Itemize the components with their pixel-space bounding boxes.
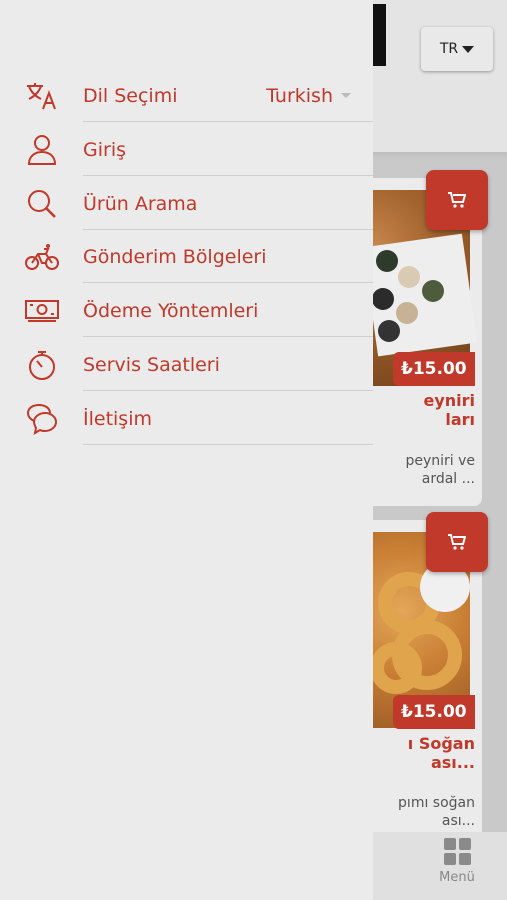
translate-icon [24,78,60,114]
caret-down-icon [341,93,351,98]
drawer-item-label: Ürün Arama [83,192,198,215]
cart-icon [448,192,466,208]
language-button[interactable]: TR [421,27,493,71]
drawer-item-contact[interactable]: İletişim [0,392,373,445]
user-icon [24,132,60,168]
language-button-label: TR [439,41,459,57]
drawer-item-service-hours[interactable]: Servis Saatleri [0,338,373,391]
money-icon [24,293,60,329]
caret-down-icon [462,45,475,53]
drawer-item-label: Ödeme Yöntemleri [83,299,259,322]
add-to-cart-button[interactable] [426,170,488,230]
drawer-item-label: Giriş [83,138,126,161]
bicycle-icon [24,239,60,275]
drawer-item-label: Dil Seçimi [83,84,178,107]
drawer-item-language[interactable]: Dil Seçimi Turkish [0,69,373,122]
drawer-item-search[interactable]: Ürün Arama [0,177,373,230]
language-select-value: Turkish [266,84,333,107]
side-drawer: Dil Seçimi Turkish Giriş Ürün Arama Gönd… [0,0,373,900]
drawer-item-delivery-areas[interactable]: Gönderim Bölgeleri [0,230,373,283]
drawer-item-label: İletişim [83,407,152,430]
price-badge: ₺15.00 [393,352,475,386]
drawer-item-label: Gönderim Bölgeleri [83,245,267,268]
drawer-item-login[interactable]: Giriş [0,123,373,176]
drawer-item-label: Servis Saatleri [83,353,220,376]
grid-icon [443,838,471,865]
search-icon [24,186,60,222]
chat-icon [24,401,60,437]
add-to-cart-button[interactable] [426,512,488,572]
menu-tab[interactable]: Menü [425,838,489,885]
menu-tab-label: Menü [439,870,475,885]
language-select[interactable]: Turkish [266,85,351,107]
timer-icon [24,347,60,383]
drawer-item-payment-methods[interactable]: Ödeme Yöntemleri [0,284,373,337]
price-badge: ₺15.00 [393,695,475,729]
cart-icon [448,534,466,550]
